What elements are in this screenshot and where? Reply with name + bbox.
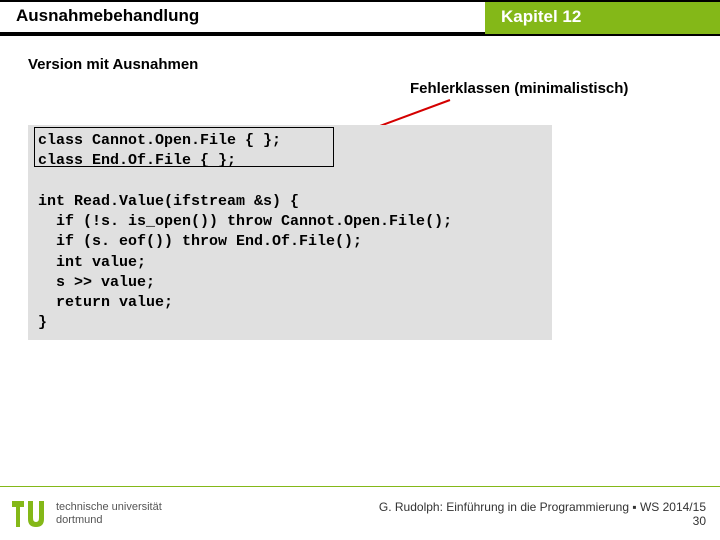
annotation-label: Fehlerklassen (minimalistisch)	[410, 80, 628, 97]
highlight-frame	[34, 127, 334, 167]
header-topic: Ausnahmebehandlung	[0, 0, 485, 34]
uni-line1: technische universität	[56, 501, 162, 513]
section-subtitle: Version mit Ausnahmen	[28, 56, 692, 73]
university-logo: technische universität dortmund	[10, 495, 162, 533]
slide-header: Ausnahmebehandlung Kapitel 12	[0, 0, 720, 34]
author-course: G. Rudolph: Einführung in die Programmie…	[379, 500, 706, 514]
uni-line2: dortmund	[56, 514, 162, 526]
university-name: technische universität dortmund	[56, 501, 162, 525]
code-block: class Cannot.Open.File { }; class End.Of…	[28, 125, 552, 340]
tu-logo-icon	[10, 495, 48, 533]
slide-number: 30	[379, 514, 706, 528]
header-chapter: Kapitel 12	[485, 0, 720, 34]
slide-footer: technische universität dortmund G. Rudol…	[0, 486, 720, 540]
slide-content: Version mit Ausnahmen Fehlerklassen (min…	[0, 34, 720, 340]
footer-meta: G. Rudolph: Einführung in die Programmie…	[379, 500, 706, 528]
